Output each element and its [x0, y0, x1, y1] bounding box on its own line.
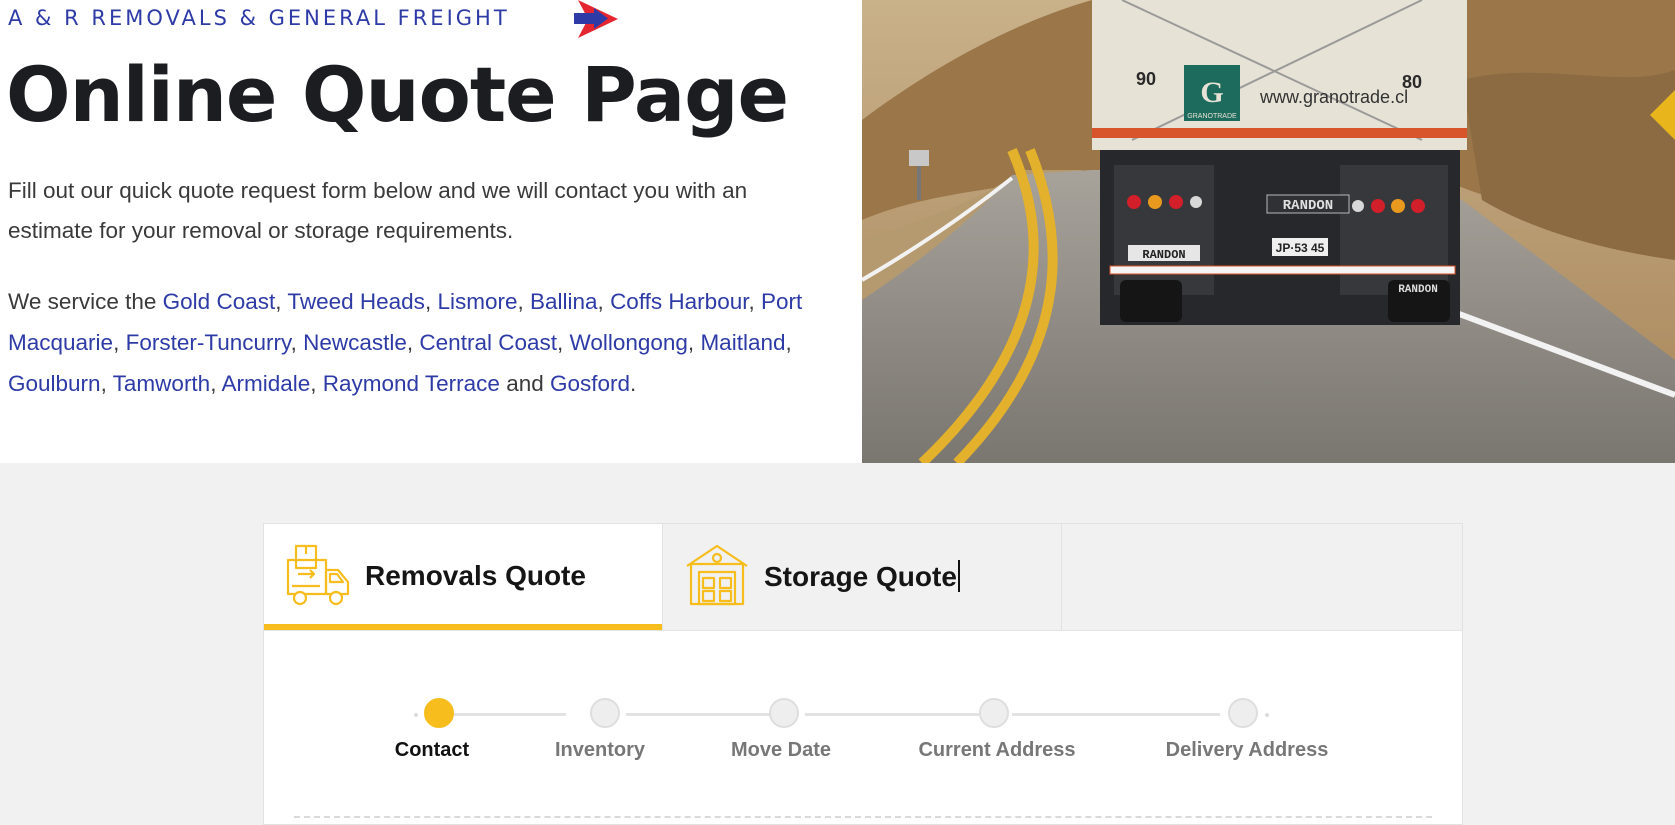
text-cursor [957, 560, 960, 592]
svg-text:G: G [1200, 76, 1223, 109]
brand-logo-icon[interactable] [574, 0, 618, 38]
step-current-address-dot[interactable] [979, 698, 1009, 728]
tab-removals-label: Removals Quote [365, 560, 586, 591]
hero-section: A & R REMOVALS & GENERAL FREIGHT Online … [0, 0, 1675, 463]
service-areas-text: We service the Gold Coast, Tweed Heads, … [8, 281, 843, 404]
service-area-link[interactable]: Tweed Heads [287, 289, 425, 314]
step-delivery-address-label[interactable]: Delivery Address [1166, 739, 1329, 762]
service-area-link[interactable]: Gosford [550, 371, 630, 396]
tab-storage-label-text: Storage Quote [764, 561, 957, 592]
trailer-left-number: 90 [1136, 69, 1156, 89]
progress-line-start [414, 713, 418, 717]
license-plate: JP·53 45 [1276, 241, 1325, 255]
step-contact-dot[interactable] [424, 698, 454, 728]
step-move-date-label[interactable]: Move Date [731, 739, 831, 762]
service-areas-prefix: We service the [8, 289, 157, 314]
step-move-date-dot[interactable] [769, 698, 799, 728]
progress-line-1 [436, 713, 566, 716]
trailer-left-plate: RANDON [1142, 248, 1185, 262]
service-area-link[interactable]: Armidale [221, 371, 310, 396]
service-area-link[interactable]: Central Coast [419, 330, 557, 355]
progress-line-2 [626, 713, 772, 716]
step-current-address-label[interactable]: Current Address [918, 739, 1075, 762]
progress-line-3 [805, 713, 991, 716]
step-contact-label[interactable]: Contact [395, 739, 469, 762]
intro-text: Fill out our quick quote request form be… [8, 178, 748, 243]
page-title: Online Quote Page [6, 50, 789, 139]
tab-storage-quote[interactable]: Storage Quote [662, 524, 1061, 630]
brand-name[interactable]: A & R REMOVALS & GENERAL FREIGHT [8, 6, 510, 30]
service-area-link[interactable]: Lismore [437, 289, 517, 314]
service-area-link[interactable]: Newcastle [303, 330, 407, 355]
tab-placeholder [1061, 524, 1462, 630]
moving-truck-icon [286, 544, 350, 606]
step-inventory-label[interactable]: Inventory [555, 739, 645, 762]
form-divider [294, 816, 1432, 818]
tab-storage-label: Storage Quote [764, 560, 960, 593]
trailer-website-text: www.granotrade.cl [1259, 87, 1408, 107]
service-area-link[interactable]: Goulburn [8, 371, 101, 396]
step-delivery-address-dot[interactable] [1228, 698, 1258, 728]
step-inventory-dot[interactable] [590, 698, 620, 728]
truck-road-photo: 90 80 G GRANOTRADE www.granotrade.cl RAN… [862, 0, 1675, 463]
trailer-logo-text: GRANOTRADE [1187, 113, 1237, 120]
service-area-link[interactable]: Coffs Harbour [610, 289, 748, 314]
service-area-link[interactable]: Wollongong [570, 330, 688, 355]
service-area-link[interactable]: Ballina [530, 289, 598, 314]
progress-line-end [1265, 713, 1269, 717]
service-area-link[interactable]: Gold Coast [163, 289, 276, 314]
tab-removals-quote[interactable]: Removals Quote [264, 524, 662, 630]
service-area-link[interactable]: Tamworth [113, 371, 211, 396]
quote-progress-steps: Contact Inventory Move Date Current Addr… [264, 630, 1462, 824]
progress-line-4 [1012, 713, 1220, 716]
storage-building-icon [686, 544, 748, 606]
truck-photo-illustration: 90 80 G GRANOTRADE www.granotrade.cl RAN… [862, 0, 1675, 463]
trailer-center-plate: RANDON [1283, 198, 1333, 214]
quote-type-tabs: Removals Quote Storage Quote [264, 524, 1462, 631]
service-area-link[interactable]: Raymond Terrace [323, 371, 500, 396]
quote-form-card: Removals Quote Storage Quote Contact Inv… [263, 523, 1463, 825]
service-area-link[interactable]: Maitland [700, 330, 785, 355]
trailer-right-plate: RANDON [1398, 284, 1438, 296]
service-area-link[interactable]: Forster-Tuncurry [126, 330, 291, 355]
